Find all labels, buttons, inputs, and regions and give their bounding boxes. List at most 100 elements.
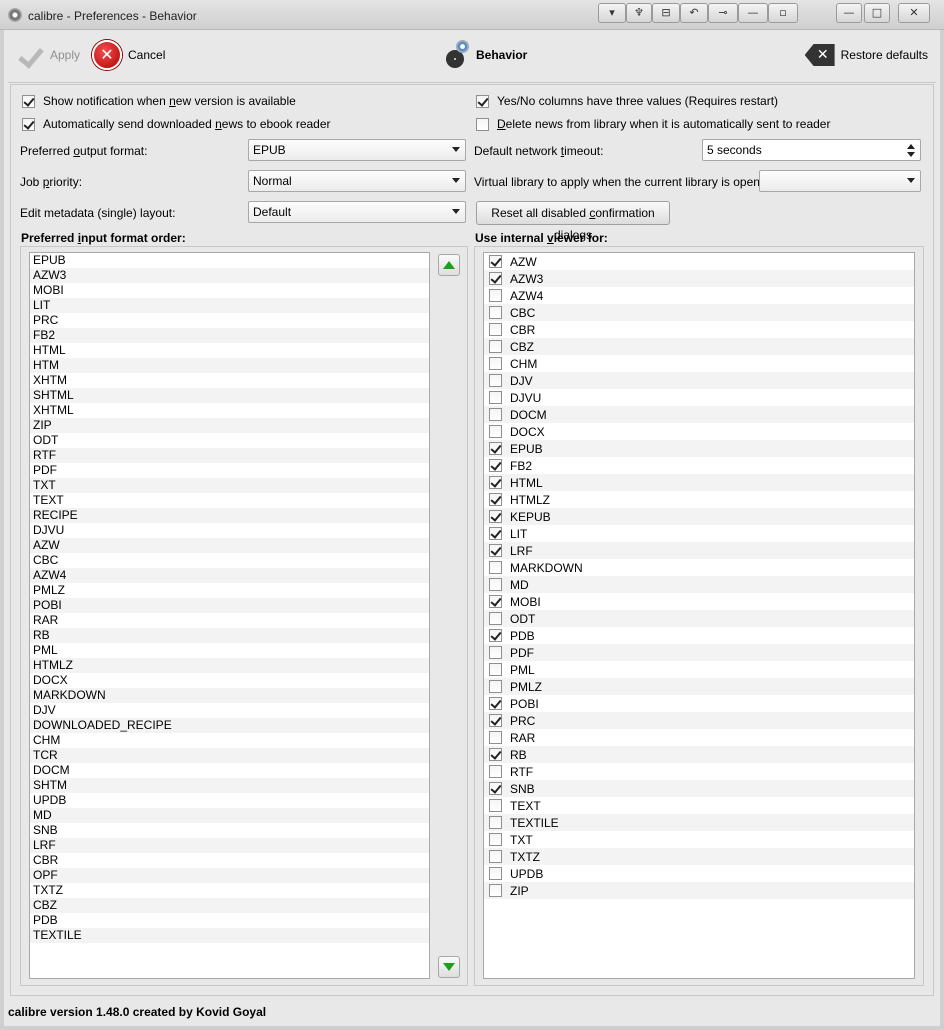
viewer-format-checkbox[interactable]: [489, 816, 502, 829]
viewer-format-item[interactable]: EPUB: [484, 440, 914, 457]
titlebar-tool-button[interactable]: ⊸: [708, 3, 738, 23]
viewer-format-checkbox[interactable]: [489, 391, 502, 404]
close-window-button[interactable]: ✕: [898, 3, 930, 23]
input-format-item[interactable]: XHTM: [30, 373, 429, 388]
viewer-format-item[interactable]: MARKDOWN: [484, 559, 914, 576]
viewer-format-item[interactable]: PML: [484, 661, 914, 678]
viewer-format-checkbox[interactable]: [489, 357, 502, 370]
show-notification-checkbox[interactable]: [22, 94, 35, 108]
yes-no-three-values-checkbox[interactable]: [476, 94, 489, 108]
input-format-item[interactable]: RB: [30, 628, 429, 643]
input-format-item[interactable]: ODT: [30, 433, 429, 448]
spin-down-icon[interactable]: [907, 152, 915, 157]
viewer-format-item[interactable]: CBR: [484, 321, 914, 338]
viewer-format-checkbox[interactable]: [489, 663, 502, 676]
viewer-format-item[interactable]: TEXT: [484, 797, 914, 814]
viewer-format-checkbox[interactable]: [489, 544, 502, 557]
viewer-format-checkbox[interactable]: [489, 595, 502, 608]
edit-metadata-layout-select[interactable]: Default: [248, 201, 466, 223]
viewer-format-checkbox[interactable]: [489, 340, 502, 353]
input-format-item[interactable]: HTM: [30, 358, 429, 373]
viewer-format-item[interactable]: KEPUB: [484, 508, 914, 525]
input-format-item[interactable]: SHTM: [30, 778, 429, 793]
viewer-format-item[interactable]: AZW4: [484, 287, 914, 304]
titlebar-shade-button[interactable]: ⊟: [652, 3, 680, 23]
viewer-format-item[interactable]: FB2: [484, 457, 914, 474]
viewer-format-checkbox[interactable]: [489, 646, 502, 659]
reset-confirmation-dialogs-button[interactable]: Reset all disabled confirmation dialogs: [476, 201, 670, 242]
viewer-format-checkbox[interactable]: [489, 272, 502, 285]
delete-news-option[interactable]: Delete news from library when it is auto…: [476, 115, 830, 133]
input-format-item[interactable]: TXT: [30, 478, 429, 493]
restore-defaults-button[interactable]: ✕ Restore defaults: [804, 40, 928, 70]
viewer-format-checkbox[interactable]: [489, 510, 502, 523]
input-format-item[interactable]: POBI: [30, 598, 429, 613]
viewer-format-item[interactable]: POBI: [484, 695, 914, 712]
input-format-item[interactable]: LRF: [30, 838, 429, 853]
delete-news-checkbox[interactable]: [476, 117, 489, 131]
input-format-item[interactable]: DJVU: [30, 523, 429, 538]
input-format-item[interactable]: FB2: [30, 328, 429, 343]
viewer-format-item[interactable]: PRC: [484, 712, 914, 729]
viewer-format-checkbox[interactable]: [489, 850, 502, 863]
titlebar-pin-button[interactable]: ♆: [626, 3, 652, 23]
viewer-format-checkbox[interactable]: [489, 459, 502, 472]
input-format-item[interactable]: CBC: [30, 553, 429, 568]
viewer-format-item[interactable]: MOBI: [484, 593, 914, 610]
apply-button[interactable]: Apply: [16, 40, 80, 70]
input-format-item[interactable]: CHM: [30, 733, 429, 748]
viewer-format-item[interactable]: RAR: [484, 729, 914, 746]
move-up-button[interactable]: [438, 254, 460, 276]
viewer-format-item[interactable]: CBZ: [484, 338, 914, 355]
input-format-item[interactable]: CBR: [30, 853, 429, 868]
viewer-format-item[interactable]: LRF: [484, 542, 914, 559]
titlebar-small-restore-button[interactable]: ▫: [768, 3, 798, 23]
viewer-format-item[interactable]: DJV: [484, 372, 914, 389]
input-format-item[interactable]: SHTML: [30, 388, 429, 403]
viewer-format-checkbox[interactable]: [489, 697, 502, 710]
viewer-format-item[interactable]: PDB: [484, 627, 914, 644]
viewer-format-item[interactable]: RTF: [484, 763, 914, 780]
minimize-button[interactable]: —: [836, 3, 862, 23]
viewer-format-checkbox[interactable]: [489, 289, 502, 302]
input-format-item[interactable]: TEXT: [30, 493, 429, 508]
input-format-item[interactable]: TCR: [30, 748, 429, 763]
viewer-format-checkbox[interactable]: [489, 612, 502, 625]
input-format-item[interactable]: OPF: [30, 868, 429, 883]
viewer-format-item[interactable]: TXT: [484, 831, 914, 848]
viewer-format-checkbox[interactable]: [489, 629, 502, 642]
viewer-format-checkbox[interactable]: [489, 731, 502, 744]
input-format-item[interactable]: DOWNLOADED_RECIPE: [30, 718, 429, 733]
viewer-format-checkbox[interactable]: [489, 527, 502, 540]
viewer-format-item[interactable]: LIT: [484, 525, 914, 542]
viewer-format-item[interactable]: RB: [484, 746, 914, 763]
viewer-format-checkbox[interactable]: [489, 680, 502, 693]
viewer-format-checkbox[interactable]: [489, 561, 502, 574]
titlebar-undo-button[interactable]: ↶: [680, 3, 708, 23]
viewer-format-item[interactable]: TEXTILE: [484, 814, 914, 831]
viewer-format-item[interactable]: HTMLZ: [484, 491, 914, 508]
input-format-item[interactable]: PML: [30, 643, 429, 658]
virtual-library-select[interactable]: [759, 170, 921, 192]
input-format-item[interactable]: HTML: [30, 343, 429, 358]
window-titlebar[interactable]: calibre - Preferences - Behavior ▾ ♆ ⊟ ↶…: [0, 0, 944, 30]
input-format-item[interactable]: RECIPE: [30, 508, 429, 523]
input-format-item[interactable]: EPUB: [30, 253, 429, 268]
input-format-item[interactable]: AZW: [30, 538, 429, 553]
input-format-item[interactable]: LIT: [30, 298, 429, 313]
input-format-item[interactable]: UPDB: [30, 793, 429, 808]
titlebar-menu-button[interactable]: ▾: [598, 3, 626, 23]
viewer-format-item[interactable]: DJVU: [484, 389, 914, 406]
viewer-format-item[interactable]: AZW3: [484, 270, 914, 287]
viewer-format-checkbox[interactable]: [489, 306, 502, 319]
viewer-format-item[interactable]: CBC: [484, 304, 914, 321]
titlebar-minimize-small-button[interactable]: —: [738, 3, 768, 23]
input-format-item[interactable]: DOCX: [30, 673, 429, 688]
viewer-format-checkbox[interactable]: [489, 867, 502, 880]
viewer-format-checkbox[interactable]: [489, 765, 502, 778]
viewer-format-checkbox[interactable]: [489, 476, 502, 489]
viewer-format-checkbox[interactable]: [489, 408, 502, 421]
input-format-item[interactable]: MARKDOWN: [30, 688, 429, 703]
viewer-format-checkbox[interactable]: [489, 748, 502, 761]
input-format-item[interactable]: MD: [30, 808, 429, 823]
